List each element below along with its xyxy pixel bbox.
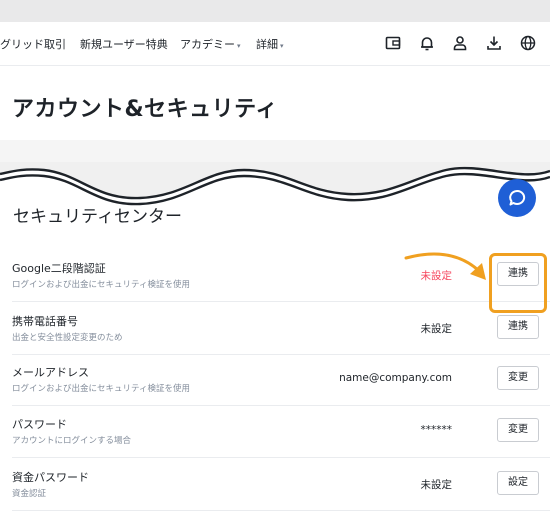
page-title: アカウント&セキュリティ (12, 97, 278, 122)
security-item-title: メールアドレス (12, 366, 89, 379)
row-divider (12, 510, 550, 511)
security-item-title: Google二段階認証 (12, 262, 106, 275)
security-row: 携帯電話番号出金と安全性設定変更のため 未設定 連携 (12, 303, 550, 355)
top-nav: グリッド取引 新規ユーザー特典 アカデミー ▾ 詳細 ▾ (0, 22, 550, 66)
security-item-title: 携帯電話番号 (12, 315, 78, 328)
chat-bubble-icon (509, 189, 526, 206)
wallet-icon[interactable] (384, 34, 402, 52)
security-item-status: name@company.com (339, 372, 452, 384)
row-divider (12, 301, 550, 302)
chevron-down-icon: ▾ (237, 42, 241, 50)
torn-edge-divider (0, 140, 550, 210)
arrow-pointer-icon (404, 252, 486, 280)
security-item-action-button[interactable]: 連携 (497, 315, 539, 339)
section-title: セキュリティセンター (13, 207, 182, 227)
row-divider (12, 457, 550, 458)
nav-item-label: グリッド取引 (0, 38, 66, 51)
page-panel: グリッド取引 新規ユーザー特典 アカデミー ▾ 詳細 ▾ アカウント&セキュリティ (0, 22, 550, 520)
download-icon[interactable] (485, 34, 503, 52)
nav-item-more[interactable]: 詳細 ▾ (256, 36, 284, 52)
security-item-status: 未設定 (420, 479, 453, 491)
security-item-title: パスワード (12, 418, 67, 431)
security-item-status: 未設定 (420, 323, 453, 335)
nav-item-label: 詳細 (256, 38, 278, 51)
security-row: メールアドレスログインおよび出金にセキュリティ検証を使用 name@company… (12, 354, 550, 406)
security-item-status: ****** (420, 424, 453, 436)
nav-item-grid-trading[interactable]: グリッド取引 (0, 36, 66, 52)
nav-item-label: 新規ユーザー特典 (80, 38, 168, 51)
highlight-box (489, 253, 547, 313)
security-item-action-button[interactable]: 変更 (497, 366, 539, 390)
globe-icon[interactable] (519, 34, 537, 52)
security-item-description: ログインおよび出金にセキュリティ検証を使用 (12, 280, 190, 290)
chevron-down-icon: ▾ (280, 42, 284, 50)
chat-button[interactable] (498, 179, 536, 217)
security-item-action-button[interactable]: 設定 (497, 471, 539, 495)
browser-chrome (0, 0, 550, 22)
nav-item-academy[interactable]: アカデミー ▾ (180, 36, 241, 52)
security-item-action-button[interactable]: 変更 (497, 418, 539, 442)
security-row: 資金パスワード 資金認証 未設定 設定 (12, 459, 550, 511)
user-icon[interactable] (451, 34, 469, 52)
security-item-description: ログインおよび出金にセキュリティ検証を使用 (12, 384, 190, 394)
security-item-description: 資金認証 (12, 489, 47, 499)
security-row: パスワードアカウントにログインする場合 ****** 変更 (12, 406, 550, 458)
bell-icon[interactable] (418, 34, 436, 52)
security-item-description: 出金と安全性設定変更のため (12, 333, 123, 343)
nav-item-new-user-bonus[interactable]: 新規ユーザー特典 (80, 36, 168, 52)
security-item-description: アカウントにログインする場合 (12, 436, 132, 446)
nav-item-label: アカデミー (180, 38, 235, 51)
security-item-title: 資金パスワード (12, 471, 89, 484)
